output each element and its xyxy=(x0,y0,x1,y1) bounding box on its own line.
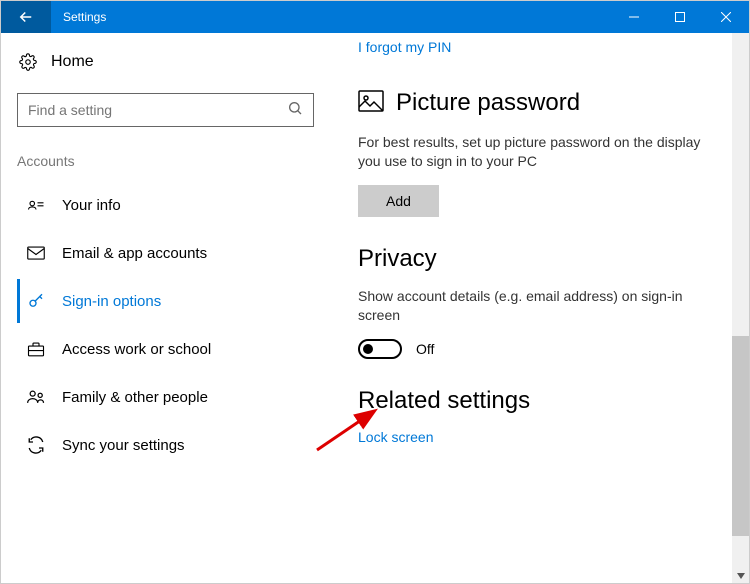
window-controls xyxy=(611,1,749,33)
picture-password-header: Picture password xyxy=(358,89,723,117)
sidebar-item-signin-options[interactable]: Sign-in options xyxy=(17,279,314,323)
key-icon xyxy=(24,292,48,310)
sidebar-item-label: Family & other people xyxy=(62,389,208,406)
related-settings-title: Related settings xyxy=(358,387,723,415)
nav-section-header: Accounts xyxy=(17,153,314,169)
window-title: Settings xyxy=(51,10,611,24)
sidebar-item-your-info[interactable]: Your info xyxy=(17,183,314,227)
sidebar-item-label: Email & app accounts xyxy=(62,245,207,262)
sync-icon xyxy=(24,436,48,454)
picture-password-title: Picture password xyxy=(396,89,580,117)
sidebar-item-email-accounts[interactable]: Email & app accounts xyxy=(17,231,314,275)
sidebar-item-sync-settings[interactable]: Sync your settings xyxy=(17,423,314,467)
maximize-button[interactable] xyxy=(657,1,703,33)
sidebar-item-label: Your info xyxy=(62,197,121,214)
person-card-icon xyxy=(24,198,48,212)
back-button[interactable] xyxy=(1,1,51,33)
gear-icon xyxy=(17,53,39,71)
picture-icon xyxy=(358,90,384,117)
privacy-toggle-desc: Show account details (e.g. email address… xyxy=(358,287,723,325)
minimize-button[interactable] xyxy=(611,1,657,33)
lock-screen-link[interactable]: Lock screen xyxy=(358,429,723,445)
home-label: Home xyxy=(51,53,94,71)
privacy-toggle[interactable] xyxy=(358,339,402,359)
add-button[interactable]: Add xyxy=(358,185,439,217)
content-area: I forgot my PIN Picture password For bes… xyxy=(336,33,749,583)
search-input-container[interactable] xyxy=(17,93,314,127)
privacy-title: Privacy xyxy=(358,245,723,273)
search-icon xyxy=(287,100,303,121)
sidebar-item-work-school[interactable]: Access work or school xyxy=(17,327,314,371)
titlebar: Settings xyxy=(1,1,749,33)
sidebar-item-label: Access work or school xyxy=(62,341,211,358)
privacy-toggle-row: Off xyxy=(358,339,723,359)
home-nav[interactable]: Home xyxy=(17,53,314,71)
picture-password-desc: For best results, set up picture passwor… xyxy=(358,133,723,171)
search-input[interactable] xyxy=(28,102,287,118)
toggle-knob xyxy=(363,344,373,354)
scroll-down-button[interactable] xyxy=(732,568,749,583)
people-icon xyxy=(24,389,48,405)
sidebar-item-label: Sign-in options xyxy=(62,293,161,310)
sidebar-item-family-people[interactable]: Family & other people xyxy=(17,375,314,419)
mail-icon xyxy=(24,246,48,260)
close-button[interactable] xyxy=(703,1,749,33)
forgot-pin-link[interactable]: I forgot my PIN xyxy=(358,39,723,55)
briefcase-icon xyxy=(24,341,48,357)
sidebar-item-label: Sync your settings xyxy=(62,437,185,454)
scrollbar-thumb[interactable] xyxy=(732,336,749,536)
sidebar: Home Accounts Your info Email & app acco… xyxy=(1,33,336,583)
toggle-state-label: Off xyxy=(416,341,434,357)
